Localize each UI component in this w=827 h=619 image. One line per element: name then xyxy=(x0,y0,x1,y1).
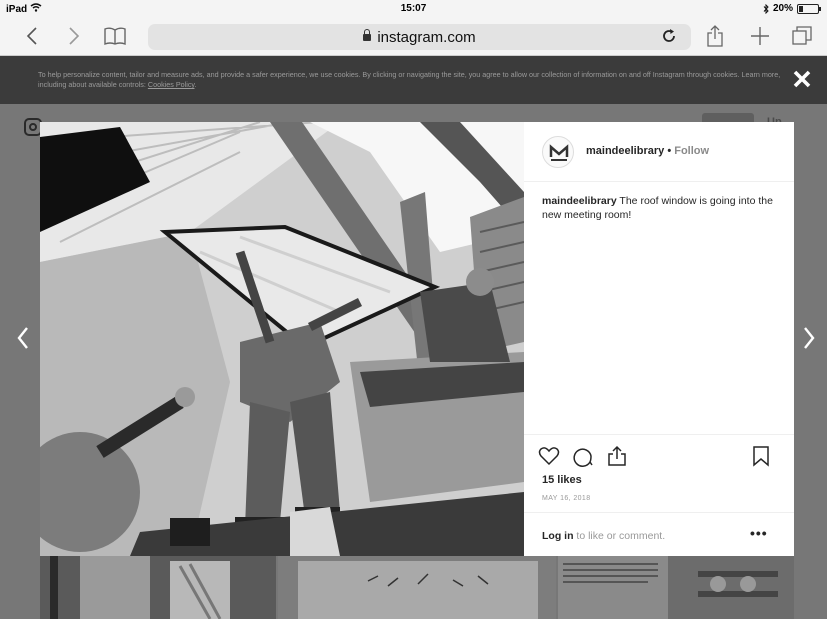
tabs-icon[interactable] xyxy=(790,22,814,50)
post-header: maindeelibrary • Follow xyxy=(524,122,794,182)
cookie-banner: To help personalize content, tailor and … xyxy=(0,56,827,104)
post-author: maindeelibrary • Follow xyxy=(586,145,710,157)
forward-icon[interactable] xyxy=(64,22,84,50)
post-date: MAY 16, 2018 xyxy=(542,495,591,502)
browser-toolbar: instagram.com xyxy=(0,18,827,56)
grid-thumbnail[interactable] xyxy=(558,556,794,619)
login-prompt: Log in to like or comment. xyxy=(542,530,666,542)
battery-status: 20% xyxy=(763,3,821,14)
caption-username[interactable]: maindeelibrary xyxy=(542,195,617,207)
follow-button[interactable]: Follow xyxy=(674,145,709,157)
url-text: instagram.com xyxy=(148,29,691,46)
share-post-icon[interactable] xyxy=(606,445,628,467)
more-options-button[interactable]: ••• xyxy=(750,525,768,541)
grid-thumbnail[interactable] xyxy=(40,556,276,619)
back-icon[interactable] xyxy=(22,22,42,50)
status-bar: iPad 15:07 20% xyxy=(0,0,827,18)
bluetooth-icon xyxy=(763,3,769,14)
post-actions xyxy=(524,434,794,474)
prev-arrow-icon[interactable] xyxy=(14,324,32,352)
battery-percent: 20% xyxy=(772,3,793,14)
save-icon[interactable] xyxy=(750,445,772,467)
post-caption: maindeelibrary The roof window is going … xyxy=(542,194,782,222)
username-link[interactable]: maindeelibrary xyxy=(586,145,664,157)
grid-thumbnail[interactable] xyxy=(278,556,556,619)
heart-icon[interactable] xyxy=(538,445,560,467)
close-icon[interactable] xyxy=(791,68,813,90)
avatar[interactable] xyxy=(542,136,574,168)
maindee-logo-icon xyxy=(549,144,569,161)
battery-icon xyxy=(797,3,821,14)
lock-icon xyxy=(363,29,372,41)
thumbnail-illustration xyxy=(558,556,794,619)
likes-count[interactable]: 15 likes xyxy=(542,474,582,486)
cookie-text: To help personalize content, tailor and … xyxy=(38,70,781,89)
next-arrow-icon[interactable] xyxy=(800,324,818,352)
photo-illustration xyxy=(40,122,524,556)
login-link[interactable]: Log in xyxy=(542,530,574,542)
reload-icon[interactable] xyxy=(661,28,677,49)
thumbnail-illustration xyxy=(278,556,556,619)
bookmarks-icon[interactable] xyxy=(102,22,128,50)
thumbnail-illustration xyxy=(40,556,276,619)
post-photo[interactable] xyxy=(40,122,524,556)
share-icon[interactable] xyxy=(704,22,726,50)
new-tab-icon[interactable] xyxy=(748,22,772,50)
cookies-policy-link[interactable]: Cookies Policy xyxy=(148,80,195,89)
comment-prompt: Log in to like or comment. ••• xyxy=(524,512,794,556)
domain-label: instagram.com xyxy=(377,29,476,46)
comment-icon[interactable] xyxy=(572,445,594,467)
clock: 15:07 xyxy=(400,3,427,14)
post-panel: maindeelibrary • Follow maindeelibrary T… xyxy=(524,122,794,556)
address-bar[interactable]: instagram.com xyxy=(148,24,691,50)
